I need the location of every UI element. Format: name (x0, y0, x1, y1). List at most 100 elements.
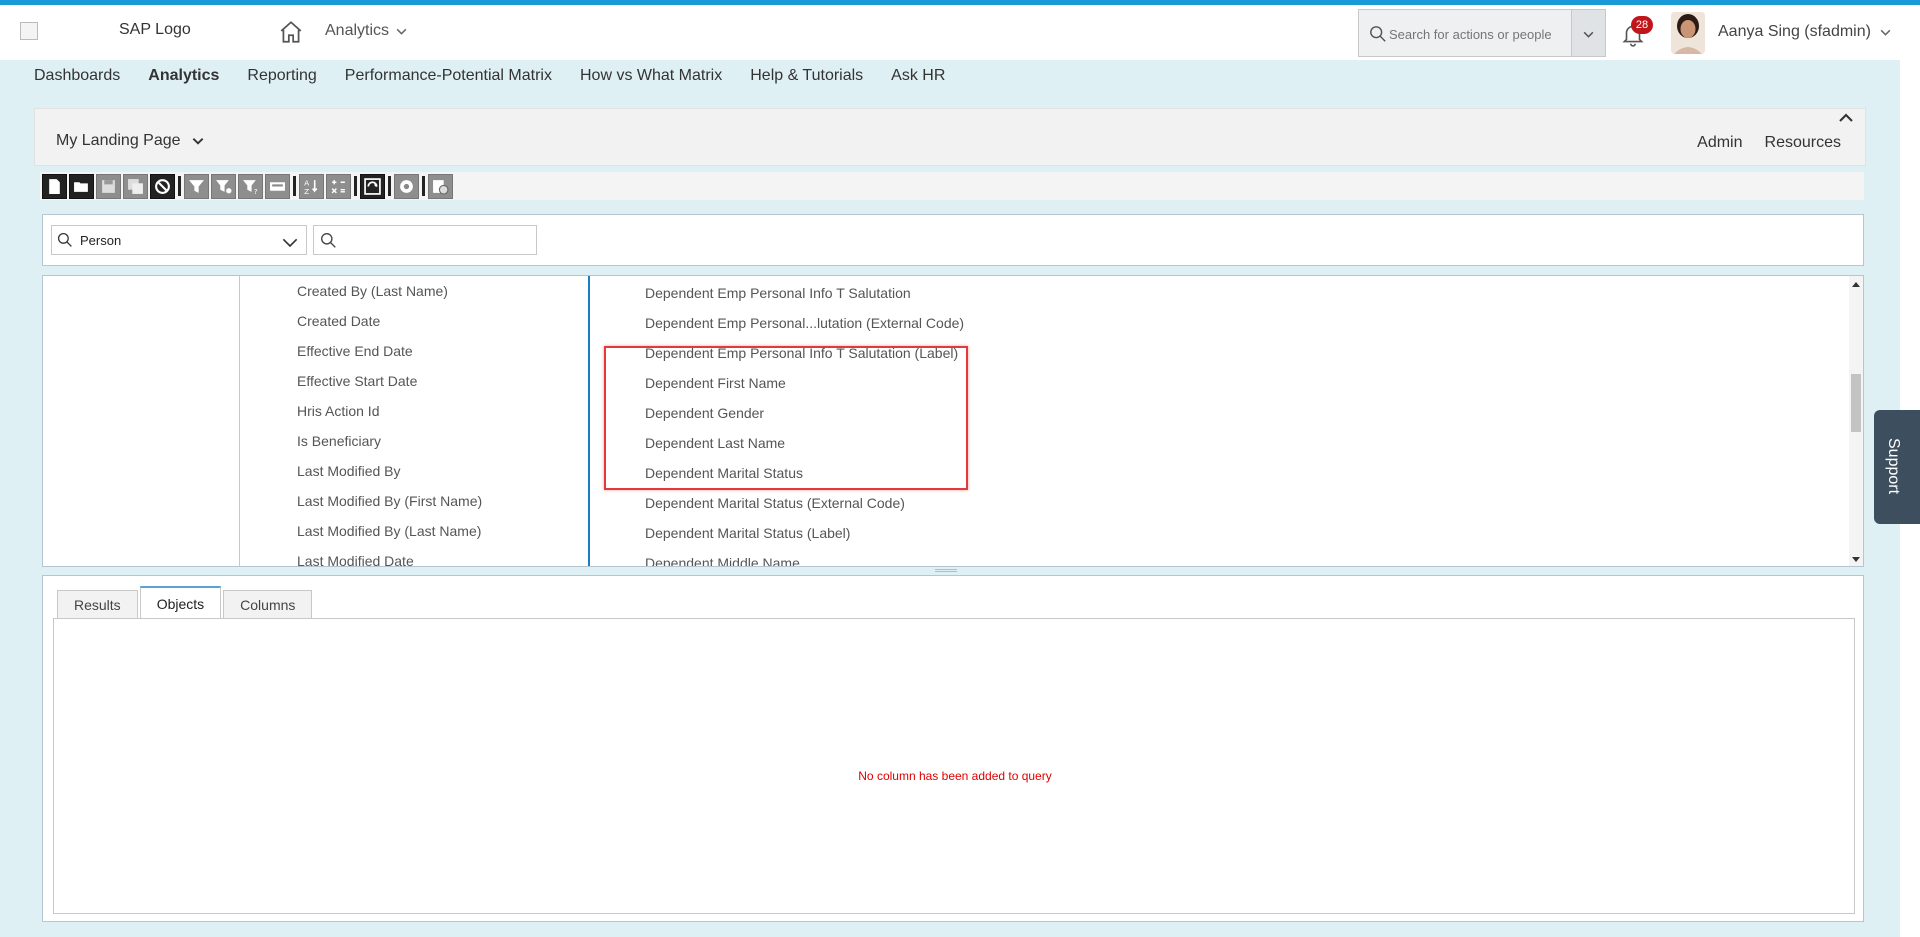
calendar-icon (270, 181, 285, 191)
toolbar-divider (388, 176, 391, 196)
list-item[interactable]: Hris Action Id (297, 400, 482, 430)
broken-image-icon (20, 22, 38, 40)
chevron-down-icon (192, 138, 203, 145)
nav-item-dashboards[interactable]: Dashboards (34, 67, 120, 85)
refresh-icon (364, 177, 381, 195)
search-icon (57, 232, 72, 247)
query-details-panel: Results Objects Columns No column has be… (42, 575, 1864, 922)
entity-dropdown[interactable]: Person (51, 225, 307, 255)
user-menu[interactable]: Aanya Sing (sfadmin) (1718, 23, 1892, 41)
time-filter-button[interactable] (265, 173, 290, 199)
support-button[interactable]: Support (1874, 410, 1920, 524)
global-search[interactable] (1358, 9, 1572, 57)
sort-icon: AZ (304, 178, 318, 195)
list-item[interactable]: Last Modified Date (297, 550, 482, 566)
new-document-icon (49, 178, 60, 194)
field-list-scrollbar[interactable] (1849, 276, 1863, 566)
column-divider (588, 276, 590, 566)
list-item[interactable]: Effective Start Date (297, 370, 482, 400)
settings-button[interactable] (394, 173, 419, 199)
nav-item-reporting[interactable]: Reporting (247, 67, 316, 85)
filter-question-icon: ? (243, 179, 258, 195)
chevron-down-icon (396, 28, 407, 35)
nav-item-help-tutorials[interactable]: Help & Tutorials (750, 67, 863, 85)
module-label: Analytics (325, 22, 390, 39)
landing-page-title: My Landing Page (56, 132, 181, 149)
list-item[interactable]: Created Date (297, 310, 482, 340)
calculated-column-button[interactable] (326, 173, 351, 199)
list-item[interactable]: Dependent Marital Status (Label) (645, 522, 964, 552)
scroll-thumb[interactable] (1851, 374, 1861, 432)
admin-link[interactable]: Admin (1697, 134, 1742, 152)
toolbar-divider (422, 176, 425, 196)
field-search-input[interactable] (342, 231, 532, 249)
tab-columns[interactable]: Columns (223, 590, 313, 618)
field-search-box[interactable] (313, 225, 537, 255)
user-name-label: Aanya Sing (sfadmin) (1718, 23, 1871, 40)
save-query-button[interactable] (96, 173, 121, 199)
schedule-button[interactable] (428, 173, 453, 199)
tab-content: No column has been added to query (53, 618, 1855, 914)
home-icon[interactable] (278, 19, 304, 45)
nav-item-performance-potential-matrix[interactable]: Performance-Potential Matrix (345, 67, 552, 85)
sort-button[interactable]: AZ (299, 173, 324, 199)
chevron-down-icon (282, 238, 298, 248)
column-divider (239, 276, 240, 566)
filter-options-button[interactable]: ? (238, 173, 263, 199)
notification-badge: 28 (1631, 16, 1653, 34)
chevron-down-icon (1880, 29, 1891, 36)
svg-text:Z: Z (304, 186, 309, 194)
refresh-button[interactable] (360, 173, 385, 199)
filter-group-button[interactable] (211, 173, 236, 199)
support-label: Support (1885, 438, 1902, 495)
list-item[interactable]: Dependent Emp Personal Info T Salutation (645, 282, 964, 312)
calculator-icon (331, 179, 345, 193)
search-input[interactable] (1389, 24, 1567, 44)
sap-logo[interactable]: SAP Logo (119, 21, 191, 39)
cancel-button[interactable] (150, 173, 175, 199)
landing-page-selector[interactable]: My Landing Page (56, 132, 205, 150)
new-query-button[interactable] (42, 173, 67, 199)
filter-button[interactable] (184, 173, 209, 199)
filter-settings-icon (216, 179, 232, 193)
nav-item-analytics[interactable]: Analytics (148, 67, 219, 85)
empty-state-message: No column has been added to query (858, 769, 1052, 783)
main-navigation: Dashboards Analytics Reporting Performan… (34, 67, 945, 85)
shell-content: Dashboards Analytics Reporting Performan… (0, 60, 1920, 937)
field-category-list: Created By (Last Name) Created Date Effe… (297, 280, 482, 566)
report-toolbar: ? AZ (40, 172, 1864, 200)
nav-item-how-vs-what-matrix[interactable]: How vs What Matrix (580, 67, 722, 85)
details-tabs: Results Objects Columns (57, 586, 313, 618)
list-item[interactable]: Last Modified By (First Name) (297, 490, 482, 520)
search-icon (1370, 26, 1386, 42)
toolbar-divider (178, 176, 181, 196)
save-as-button[interactable] (123, 173, 148, 199)
search-icon (321, 233, 336, 248)
list-item[interactable]: Dependent Marital Status (External Code) (645, 492, 964, 522)
list-item[interactable]: Last Modified By (297, 460, 482, 490)
field-browser: Created By (Last Name) Created Date Effe… (42, 275, 1864, 567)
nav-item-ask-hr[interactable]: Ask HR (891, 67, 945, 85)
resources-link[interactable]: Resources (1765, 134, 1841, 152)
chevron-up-icon[interactable] (1837, 109, 1855, 127)
highlight-box (604, 346, 968, 490)
avatar[interactable] (1671, 12, 1705, 54)
toolbar-divider (293, 176, 296, 196)
entity-value: Person (80, 233, 122, 248)
scroll-down-arrow[interactable] (1852, 557, 1860, 562)
list-item[interactable]: Is Beneficiary (297, 430, 482, 460)
toolbar-divider (354, 176, 357, 196)
scroll-up-arrow[interactable] (1852, 282, 1860, 287)
panel-splitter[interactable] (935, 569, 957, 572)
module-picker[interactable]: Analytics (325, 22, 408, 40)
list-item[interactable]: Created By (Last Name) (297, 280, 482, 310)
list-item[interactable]: Effective End Date (297, 340, 482, 370)
tab-results[interactable]: Results (57, 590, 138, 618)
tab-objects[interactable]: Objects (139, 586, 222, 618)
open-query-button[interactable] (69, 173, 94, 199)
query-filter-bar: Person (42, 214, 1864, 266)
list-item[interactable]: Last Modified By (Last Name) (297, 520, 482, 550)
search-scope-dropdown[interactable] (1572, 9, 1606, 57)
list-item[interactable]: Dependent Emp Personal...lutation (Exter… (645, 312, 964, 342)
list-item[interactable]: Dependent Middle Name (645, 552, 964, 566)
